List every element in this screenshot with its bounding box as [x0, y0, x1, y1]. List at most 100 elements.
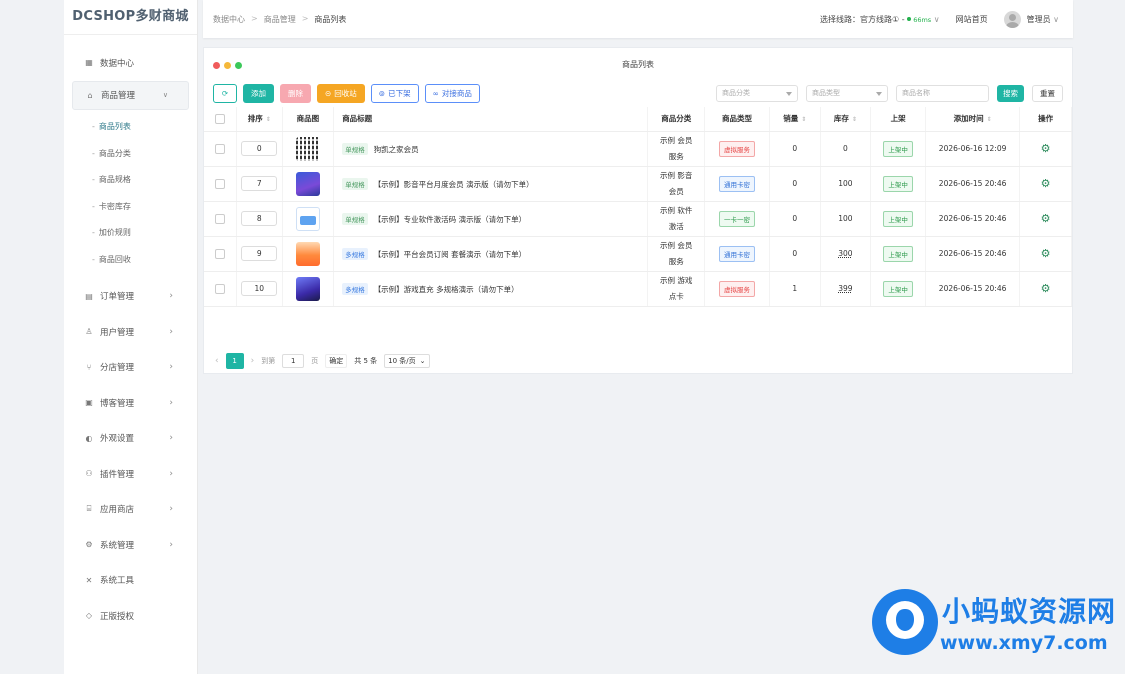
row-checkbox[interactable] — [204, 271, 237, 307]
row-checkbox[interactable] — [204, 131, 237, 167]
brand-logo[interactable]: DCSHOP多财商城 — [64, 0, 197, 35]
time-value: 2026-06-15 20:46 — [925, 201, 1021, 237]
sidebar-item-label: 系统工具 — [100, 576, 135, 587]
breadcrumb-current: 商品列表 — [314, 14, 347, 24]
next-page-button[interactable]: › — [251, 356, 255, 366]
sidebar-item-goods[interactable]: ⌂ 商品管理 ∨ — [72, 80, 189, 110]
sidebar-item-orders[interactable]: ▤ 订单管理 › — [64, 279, 197, 315]
status-badge[interactable]: 上架中 — [883, 140, 913, 157]
product-image[interactable] — [295, 171, 320, 196]
type-badge: 虚拟服务 — [719, 140, 756, 157]
select-all-checkbox[interactable] — [204, 107, 237, 132]
row-checkbox[interactable] — [204, 201, 237, 237]
submenu-goods-category[interactable]: - 商品分类 — [64, 140, 197, 167]
dock-goods-button[interactable]: ∞ 对接商品 — [424, 83, 480, 103]
settings-gear-icon[interactable]: ⚙ — [1041, 142, 1051, 155]
latency-value: 66ms — [913, 15, 932, 24]
book-icon: ▣ — [85, 398, 93, 408]
status-badge[interactable]: 上架中 — [883, 210, 913, 227]
col-status: 上架 — [870, 107, 926, 132]
status-badge[interactable]: 上架中 — [883, 280, 913, 297]
sidebar-item-blog[interactable]: ▣ 博客管理 › — [64, 385, 197, 421]
submenu-label: 商品规格 — [98, 175, 131, 185]
breadcrumb-item[interactable]: 商品管理 — [264, 14, 296, 25]
sidebar-item-appearance[interactable]: ◐ 外观设置 › — [64, 421, 197, 457]
sidebar-item-app-store[interactable]: ⌸ 应用商店 › — [64, 492, 197, 528]
sidebar-item-system[interactable]: ⚙ 系统管理 › — [64, 527, 197, 563]
settings-gear-icon[interactable]: ⚙ — [1041, 247, 1051, 260]
stock-value: 100 — [820, 166, 872, 202]
breadcrumb-item[interactable]: 数据中心 — [213, 14, 245, 25]
product-image[interactable] — [295, 276, 320, 301]
sort-input[interactable]: 9 — [241, 246, 278, 261]
search-button[interactable]: 搜索 — [997, 84, 1024, 102]
off-shelf-button[interactable]: ⊚ 已下架 — [370, 83, 419, 103]
sidebar-item-dashboard[interactable]: ▦ 数据中心 — [64, 45, 197, 81]
time-value: 2026-06-15 20:46 — [925, 236, 1021, 272]
stock-value[interactable]: 399 — [838, 284, 852, 293]
row-checkbox[interactable] — [204, 236, 237, 272]
sidebar-item-license[interactable]: ◇ 正版授权 — [64, 598, 197, 634]
sidebar-item-tools[interactable]: ✕ 系统工具 — [64, 563, 197, 599]
table-row: 10 多规格 【示例】游戏直充 多规格演示（请勿下单） 示例 游戏 点卡 虚拟服务 … — [204, 271, 1072, 307]
page-size-select[interactable]: 10 条/页 ⌄ — [384, 354, 430, 368]
type-badge: 通用卡密 — [719, 245, 756, 262]
site-home-link[interactable]: 网站首页 — [956, 14, 988, 25]
sort-input[interactable]: 10 — [241, 281, 278, 296]
goto-confirm-button[interactable]: 确定 — [325, 354, 348, 368]
col-time[interactable]: 添加时间 ⇕ — [925, 107, 1021, 132]
submenu-card-stock[interactable]: - 卡密库存 — [64, 193, 197, 220]
sidebar-item-plugins[interactable]: ⚇ 插件管理 › — [64, 456, 197, 492]
submenu-goods-recycle[interactable]: - 商品回收 — [64, 246, 197, 273]
add-button[interactable]: 添加 — [243, 83, 274, 103]
sort-input[interactable]: 8 — [241, 211, 278, 226]
toolbar: ⟳ 添加 删除 ⊝ 回收站 ⊚ 已下架 ∞ 对接商品 商品分类 商品类型 商品名称 搜… — [213, 83, 1063, 103]
time-value: 2026-06-15 20:46 — [925, 166, 1021, 202]
col-image: 商品图 — [282, 107, 335, 132]
status-badge[interactable]: 上架中 — [883, 175, 913, 192]
product-title[interactable]: 【示例】影音平台月度会员 演示版（请勿下单） — [374, 180, 534, 189]
submenu-goods-spec[interactable]: - 商品规格 — [64, 167, 197, 194]
category-select[interactable]: 商品分类 — [716, 84, 798, 102]
list-icon: ⊚ — [378, 88, 386, 98]
settings-gear-icon[interactable]: ⚙ — [1041, 282, 1051, 295]
page-number-current[interactable]: 1 — [225, 353, 244, 369]
product-image[interactable] — [295, 241, 320, 266]
route-selector[interactable]: 选择线路：官方线路① - 66ms ∨ — [820, 14, 940, 25]
sort-input[interactable]: 0 — [241, 141, 278, 156]
route-label: 选择线路：官方线路① — [820, 14, 900, 24]
status-badge[interactable]: 上架中 — [883, 245, 913, 262]
name-search-input[interactable]: 商品名称 — [896, 84, 989, 102]
sort-input[interactable]: 7 — [241, 176, 278, 191]
delete-button[interactable]: 删除 — [280, 83, 311, 103]
prev-page-button[interactable]: ‹ — [215, 356, 219, 366]
product-title[interactable]: 狗凯之家会员 — [374, 145, 419, 154]
row-checkbox[interactable] — [204, 166, 237, 202]
settings-gear-icon[interactable]: ⚙ — [1041, 212, 1051, 225]
product-image[interactable] — [295, 206, 320, 231]
col-sort[interactable]: 排序 ⇕ — [236, 107, 283, 132]
sidebar: DCSHOP多财商城 ▦ 数据中心 ⌂ 商品管理 ∨ - 商品列表 - 商品分类 -… — [64, 0, 198, 674]
sidebar-item-label: 外观设置 — [100, 434, 135, 445]
goto-page-input[interactable]: 1 — [282, 354, 305, 368]
settings-gear-icon[interactable]: ⚙ — [1041, 177, 1051, 190]
product-title[interactable]: 【示例】平台会员订阅 套餐演示（请勿下单） — [374, 250, 526, 259]
type-select[interactable]: 商品类型 — [806, 84, 888, 102]
refresh-button[interactable]: ⟳ — [213, 83, 237, 103]
sidebar-item-branches[interactable]: ⑂ 分店管理 › — [64, 350, 197, 386]
stock-value[interactable]: 300 — [838, 249, 852, 258]
product-title[interactable]: 【示例】游戏直充 多规格演示（请勿下单） — [374, 285, 519, 294]
user-menu[interactable]: 管理员 ∨ — [1003, 10, 1059, 28]
reset-button[interactable]: 重置 — [1032, 84, 1063, 102]
submenu-markup-rules[interactable]: - 加价规则 — [64, 220, 197, 247]
stock-value: 100 — [820, 201, 872, 237]
sidebar-item-users[interactable]: ♙ 用户管理 › — [64, 314, 197, 350]
product-image[interactable] — [295, 136, 320, 161]
product-title[interactable]: 【示例】专业软件激活码 演示版（请勿下单） — [374, 215, 526, 224]
col-sales[interactable]: 销量 ⇕ — [769, 107, 821, 132]
spec-badge: 多规格 — [342, 282, 368, 295]
store-icon: ⌸ — [86, 504, 92, 514]
submenu-goods-list[interactable]: - 商品列表 — [64, 114, 197, 141]
recycle-bin-button[interactable]: ⊝ 回收站 — [317, 83, 365, 103]
col-stock[interactable]: 库存 ⇕ — [820, 107, 872, 132]
